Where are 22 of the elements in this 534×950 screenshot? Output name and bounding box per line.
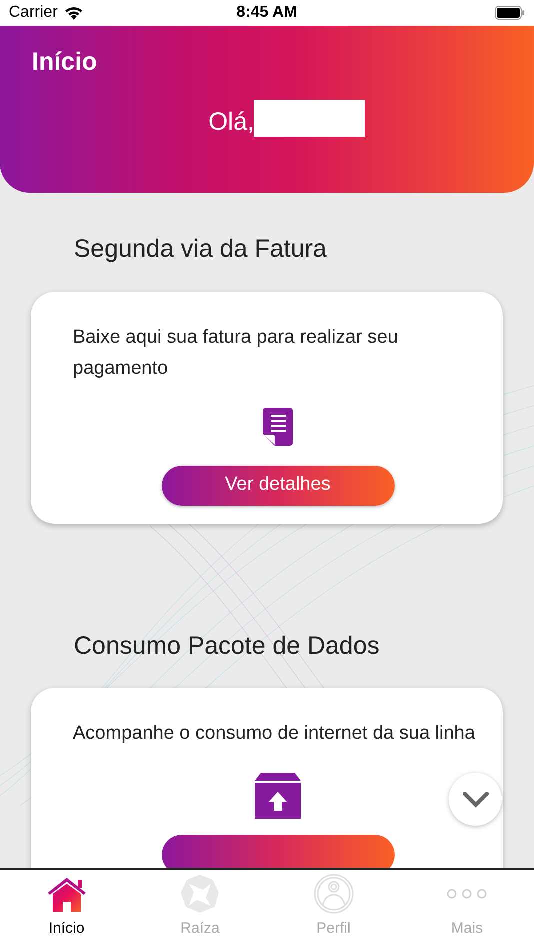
more-dots-icon bbox=[447, 888, 488, 900]
tab-item[interactable]: Raíza bbox=[134, 870, 267, 950]
section-title: Consumo Pacote de Dados bbox=[73, 630, 380, 662]
section-title: Segunda via da Fatura bbox=[73, 234, 327, 265]
tab-item[interactable]: Perfil bbox=[267, 870, 400, 950]
home-icon bbox=[46, 876, 87, 912]
profile-icon bbox=[314, 874, 354, 914]
tab-item[interactable]: Início bbox=[0, 870, 134, 950]
card-description: Baixe aqui sua fatura para realizar seu pagamento bbox=[73, 326, 400, 380]
box-upload-icon bbox=[255, 773, 301, 819]
page-title: Início bbox=[32, 47, 98, 78]
carrier-label: Carrier bbox=[9, 3, 58, 23]
greeting-text: Olá, bbox=[208, 107, 254, 137]
chevron-down-icon bbox=[462, 792, 488, 808]
wifi-icon bbox=[64, 6, 84, 20]
details-button[interactable] bbox=[162, 835, 394, 868]
details-button[interactable]: Ver detalhes bbox=[162, 466, 394, 506]
battery-icon bbox=[494, 6, 525, 20]
card-description: Acompanhe o consumo de internet da sua linha bbox=[73, 722, 476, 746]
status-time: 8:45 AM bbox=[236, 3, 298, 23]
tab-item[interactable]: Mais bbox=[400, 870, 534, 950]
document-icon bbox=[263, 408, 293, 446]
